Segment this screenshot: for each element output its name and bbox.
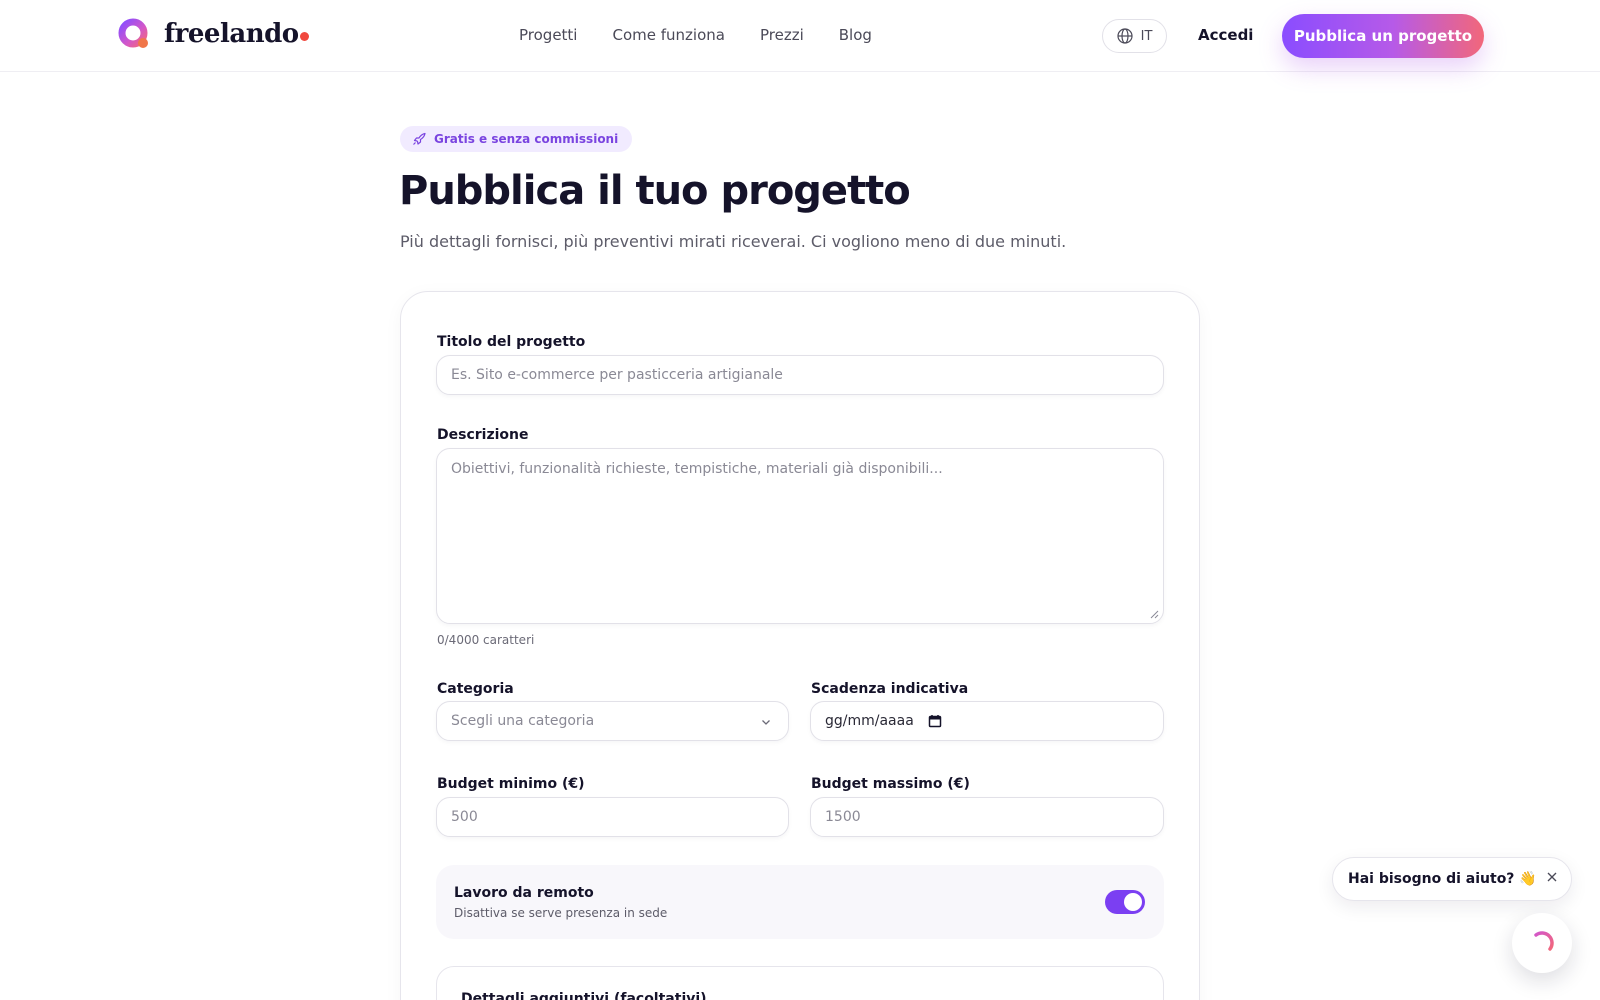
login-link[interactable]: Accedi	[1198, 26, 1253, 44]
site-header: freelando Progetti Come funziona Prezzi …	[0, 0, 1600, 72]
close-icon[interactable]	[1545, 870, 1559, 884]
remote-work-option: Lavoro da remoto Disattiva se serve pres…	[436, 865, 1164, 939]
globe-icon	[1117, 28, 1133, 44]
language-selector[interactable]: IT	[1102, 19, 1167, 53]
deadline-date-value: gg/mm/aaaa	[825, 713, 914, 729]
calendar-icon[interactable]	[928, 714, 942, 728]
nav-item-progetti[interactable]: Progetti	[519, 26, 577, 44]
deadline-date-input[interactable]: gg/mm/aaaa	[810, 701, 1164, 741]
char-counter: 0/4000 caratteri	[437, 633, 535, 647]
language-code: IT	[1140, 28, 1153, 44]
remote-work-subtitle: Disattiva se serve presenza in sede	[454, 906, 668, 920]
remote-work-title: Lavoro da remoto	[454, 885, 594, 901]
help-bubble[interactable]: Hai bisogno di aiuto? 👋	[1332, 857, 1572, 901]
chat-logo-icon	[1534, 931, 1554, 951]
deadline-label: Scadenza indicativa	[811, 681, 969, 697]
page-title: Pubblica il tuo progetto	[399, 168, 911, 214]
nav-item-prezzi[interactable]: Prezzi	[760, 26, 804, 44]
publish-project-button[interactable]: Pubblica un progetto	[1282, 14, 1484, 58]
help-chat-button[interactable]	[1512, 913, 1572, 973]
title-label: Titolo del progetto	[437, 334, 586, 350]
budget-min-label: Budget minimo (€)	[437, 776, 585, 792]
title-field-wrapper	[436, 355, 1164, 395]
badge-label: Gratis e senza commissioni	[434, 132, 619, 146]
chevron-down-icon	[762, 720, 770, 725]
budget-max-label: Budget massimo (€)	[811, 776, 970, 792]
help-text: Hai bisogno di aiuto? 👋	[1348, 871, 1537, 887]
logo-dot	[299, 32, 309, 41]
logo-wordmark: freelando	[164, 19, 309, 49]
budget-min-input[interactable]	[451, 809, 774, 825]
rocket-icon	[413, 132, 426, 145]
budget-max-input[interactable]	[825, 809, 1149, 825]
description-textarea[interactable]	[451, 461, 1149, 611]
project-title-input[interactable]	[451, 367, 1149, 383]
category-label: Categoria	[437, 681, 514, 697]
logo-mark-icon	[118, 18, 148, 48]
additional-details-title: Dettagli aggiuntivi (facoltativi)	[461, 991, 707, 1000]
toggle-knob	[1124, 893, 1142, 911]
page-subtitle: Più dettagli fornisci, più preventivi mi…	[400, 232, 1067, 251]
nav-item-blog[interactable]: Blog	[839, 26, 872, 44]
logo[interactable]: freelando	[118, 18, 309, 50]
budget-max-wrapper	[810, 797, 1164, 837]
description-field-wrapper	[436, 448, 1164, 624]
additional-details-section[interactable]: Dettagli aggiuntivi (facoltativi)	[436, 966, 1164, 1000]
description-label: Descrizione	[437, 427, 529, 443]
nav-item-come-funziona[interactable]: Come funziona	[612, 26, 724, 44]
resize-handle-icon[interactable]	[1150, 610, 1159, 619]
free-badge: Gratis e senza commissioni	[400, 126, 633, 152]
remote-work-toggle[interactable]	[1105, 890, 1145, 914]
budget-min-wrapper	[436, 797, 789, 837]
main-nav: Progetti Come funziona Prezzi Blog	[519, 26, 907, 44]
category-select[interactable]: Scegli una categoria	[436, 701, 789, 741]
category-select-value: Scegli una categoria	[451, 713, 595, 729]
